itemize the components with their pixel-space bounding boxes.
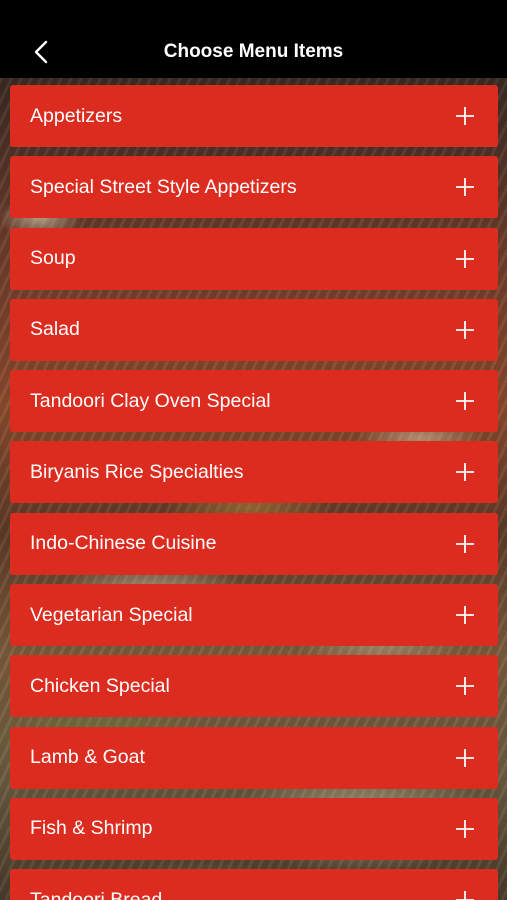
- menu-category-special-street-style-appetizers[interactable]: Special Street Style Appetizers: [10, 156, 498, 219]
- plus-icon[interactable]: [455, 890, 475, 900]
- menu-category-label: Chicken Special: [30, 674, 170, 697]
- menu-category-salad[interactable]: Salad: [10, 298, 498, 361]
- menu-category-label: Tandoori Bread: [30, 888, 163, 900]
- menu-category-label: Salad: [30, 318, 80, 341]
- menu-category-lamb-goat[interactable]: Lamb & Goat: [10, 726, 498, 789]
- menu-category-label: Special Street Style Appetizers: [30, 175, 297, 198]
- menu-category-list: Appetizers Special Street Style Appetize…: [10, 85, 498, 900]
- nav-bar: Choose Menu Items: [0, 0, 507, 78]
- menu-category-label: Indo-Chinese Cuisine: [30, 532, 217, 555]
- menu-category-label: Biryanis Rice Specialties: [30, 460, 244, 483]
- menu-category-label: Vegetarian Special: [30, 603, 193, 626]
- plus-icon[interactable]: [455, 534, 475, 554]
- plus-icon[interactable]: [455, 320, 475, 340]
- menu-category-fish-shrimp[interactable]: Fish & Shrimp: [10, 797, 498, 860]
- menu-category-vegetarian-special[interactable]: Vegetarian Special: [10, 584, 498, 647]
- menu-category-label: Soup: [30, 247, 76, 270]
- menu-category-tandoori-clay-oven-special[interactable]: Tandoori Clay Oven Special: [10, 370, 498, 433]
- plus-icon[interactable]: [455, 605, 475, 625]
- plus-icon[interactable]: [455, 249, 475, 269]
- screen: Choose Menu Items Appetizers Special Str…: [0, 0, 507, 900]
- menu-category-label: Lamb & Goat: [30, 746, 145, 769]
- plus-icon[interactable]: [455, 391, 475, 411]
- menu-category-label: Appetizers: [30, 104, 123, 127]
- menu-category-biryanis-rice-specialties[interactable]: Biryanis Rice Specialties: [10, 441, 498, 504]
- plus-icon[interactable]: [455, 106, 475, 126]
- plus-icon[interactable]: [455, 819, 475, 839]
- plus-icon[interactable]: [455, 462, 475, 482]
- menu-category-soup[interactable]: Soup: [10, 227, 498, 290]
- plus-icon[interactable]: [455, 676, 475, 696]
- menu-category-chicken-special[interactable]: Chicken Special: [10, 655, 498, 718]
- menu-category-label: Fish & Shrimp: [30, 817, 153, 840]
- menu-category-indo-chinese-cuisine[interactable]: Indo-Chinese Cuisine: [10, 512, 498, 575]
- menu-category-tandoori-bread[interactable]: Tandoori Bread: [10, 869, 498, 900]
- menu-category-label: Tandoori Clay Oven Special: [30, 389, 271, 412]
- plus-icon[interactable]: [455, 748, 475, 768]
- page-title: Choose Menu Items: [163, 41, 344, 62]
- plus-icon[interactable]: [455, 177, 475, 197]
- menu-category-appetizers[interactable]: Appetizers: [10, 85, 498, 147]
